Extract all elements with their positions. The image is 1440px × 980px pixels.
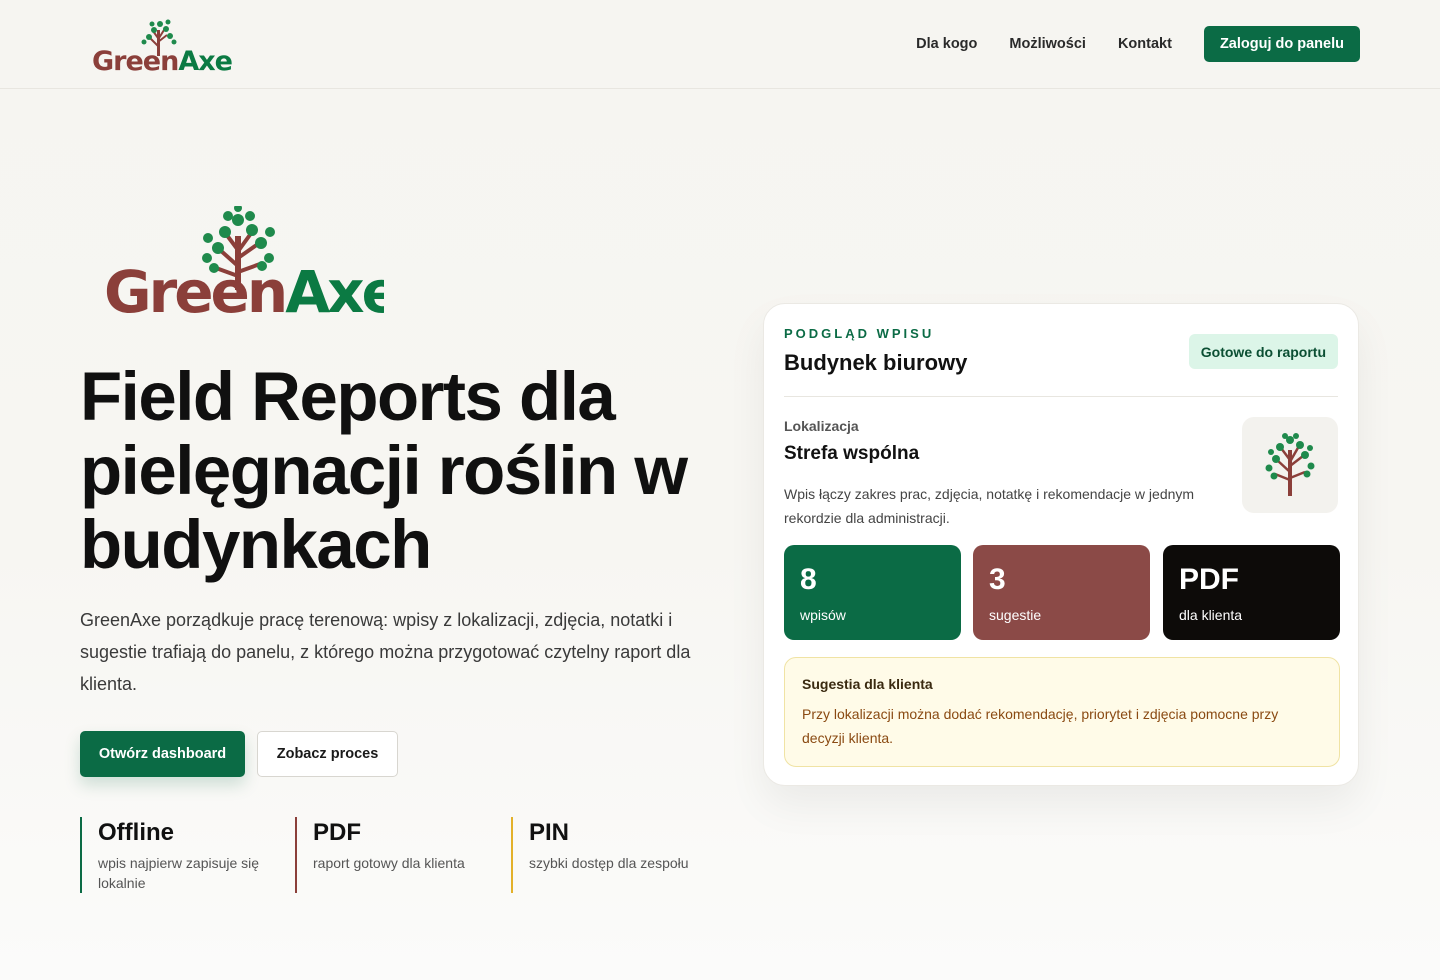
- stat-value: 3: [989, 563, 1006, 596]
- login-button[interactable]: Zaloguj do panelu: [1203, 26, 1360, 62]
- status-badge: Gotowe do raportu: [1188, 334, 1338, 369]
- svg-text:GreenAxe: GreenAxe: [92, 46, 232, 76]
- svg-text:GreenAxe: GreenAxe: [104, 258, 384, 326]
- suggestion-text: Przy lokalizacji można dodać rekomendacj…: [802, 706, 1279, 746]
- tree-thumbnail: [1242, 417, 1338, 513]
- client-suggestion-box: Sugestia dla klienta Przy lokalizacji mo…: [784, 657, 1340, 767]
- nav-link-kontakt[interactable]: Kontakt: [1118, 36, 1172, 52]
- stat-entries: 8 wpisów: [784, 545, 961, 640]
- stat-value: 8: [800, 563, 817, 596]
- divider: [784, 396, 1338, 397]
- stat-value: PDF: [1179, 563, 1239, 596]
- feature-title: PDF: [313, 819, 361, 846]
- stat-pdf: PDF dla klienta: [1163, 545, 1340, 640]
- feature-offline: Offline wpis najpierw zapisuje się lokal…: [80, 817, 280, 893]
- hero-description: GreenAxe porządkuje pracę terenową: wpis…: [80, 610, 691, 694]
- stat-label: dla klienta: [1179, 607, 1243, 623]
- nav-link-dla-kogo[interactable]: Dla kogo: [916, 36, 977, 52]
- suggestion-title: Sugestia dla klienta: [802, 676, 933, 692]
- stat-suggestions: 3 sugestie: [973, 545, 1150, 640]
- stat-label: sugestie: [989, 607, 1042, 623]
- site-header: GreenAxe Dla kogo Możliwości Kontakt Zal…: [0, 0, 1440, 89]
- nav-link-mozliwosci[interactable]: Możliwości: [1009, 36, 1086, 52]
- location-name: Strefa wspólna: [784, 443, 920, 464]
- hero-title: Field Reports dla pielęgnacji roślin w b…: [80, 358, 688, 583]
- feature-desc: wpis najpierw zapisuje się lokalnie: [98, 855, 260, 891]
- open-dashboard-button[interactable]: Otwórz dashboard: [80, 731, 245, 777]
- feature-pin: PIN szybki dostęp dla zespołu: [511, 817, 721, 893]
- greenaxe-hero-logo: GreenAxe: [104, 206, 384, 326]
- greenaxe-logo[interactable]: GreenAxe: [92, 16, 232, 76]
- location-label: Lokalizacja: [784, 418, 859, 434]
- see-process-button[interactable]: Zobacz proces: [257, 731, 398, 777]
- feature-pdf: PDF raport gotowy dla klienta: [295, 817, 495, 893]
- location-description: Wpis łączy zakres prac, zdjęcia, notatkę…: [784, 486, 1195, 526]
- feature-title: Offline: [98, 819, 174, 846]
- main-nav: Dla kogo Możliwości Kontakt Zaloguj do p…: [916, 26, 1360, 62]
- entry-preview-card: PODGLĄD WPISU Budynek biurowy Gotowe do …: [763, 303, 1359, 786]
- feature-desc: raport gotowy dla klienta: [313, 855, 465, 871]
- feature-title: PIN: [529, 819, 570, 846]
- feature-desc: szybki dostęp dla zespołu: [529, 855, 689, 871]
- card-eyebrow: PODGLĄD WPISU: [784, 326, 935, 341]
- tree-icon: [1265, 433, 1315, 496]
- stat-label: wpisów: [800, 607, 846, 623]
- card-title: Budynek biurowy: [784, 350, 968, 375]
